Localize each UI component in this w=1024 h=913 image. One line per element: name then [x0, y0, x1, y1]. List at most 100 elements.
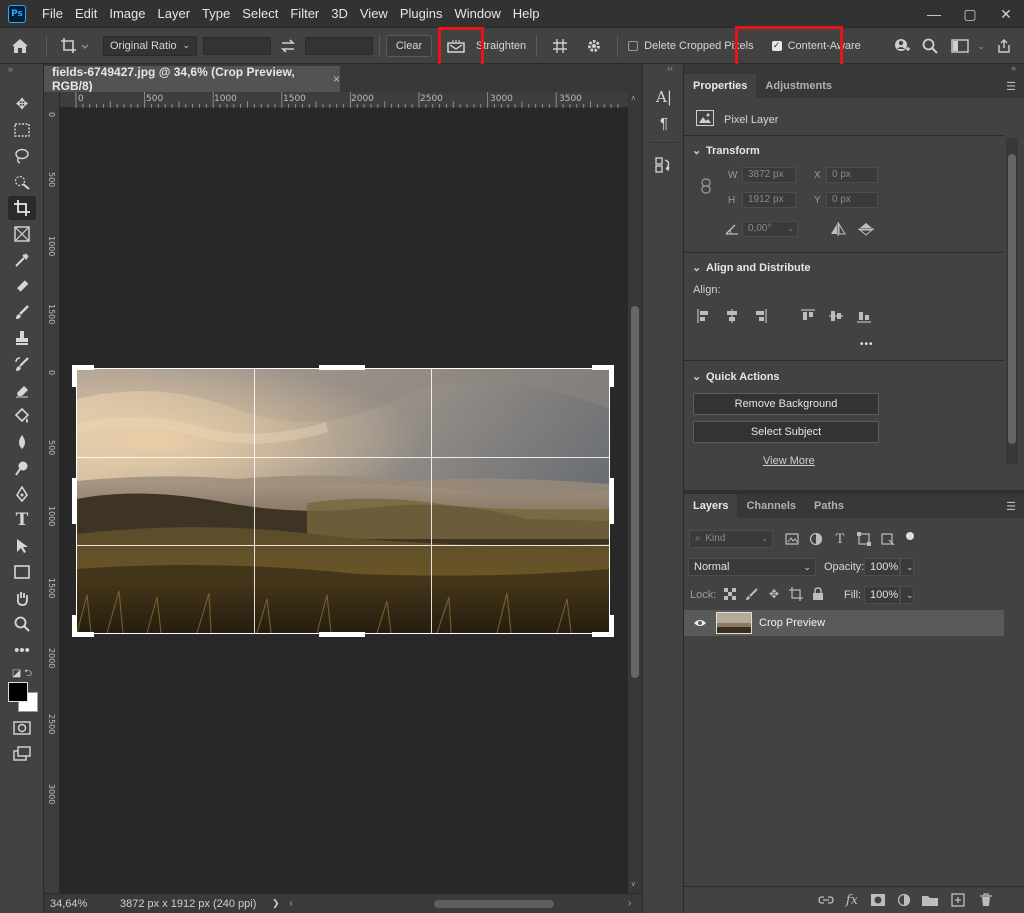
opacity-dropdown[interactable]: ⌄ [900, 558, 914, 576]
quick-mask-icon[interactable] [8, 716, 36, 740]
menu-select[interactable]: Select [236, 0, 284, 28]
properties-scrollbar[interactable] [1006, 138, 1018, 464]
scroll-down-icon[interactable]: ˅ [631, 880, 636, 889]
layer-style-icon[interactable]: fx [844, 892, 860, 908]
maximize-button[interactable]: ▢ [952, 0, 988, 28]
menu-image[interactable]: Image [103, 0, 151, 28]
layers-scrollbar[interactable] [1006, 610, 1018, 886]
healing-brush-tool-icon[interactable] [8, 274, 36, 298]
crop-handle-top[interactable] [319, 365, 365, 370]
flip-vertical-icon[interactable] [858, 221, 874, 237]
zoom-tool-icon[interactable] [8, 612, 36, 636]
ratio-select[interactable]: Original Ratio ⌄ [103, 35, 197, 56]
lock-position-icon[interactable]: ✥ [766, 586, 782, 602]
close-document-icon[interactable]: × [333, 72, 340, 86]
layer-filter-select[interactable]: ⌕ Kind ⌄ [689, 530, 773, 548]
filter-adjustment-layers-icon[interactable] [808, 531, 824, 547]
menu-layer[interactable]: Layer [152, 0, 197, 28]
quick-actions-section-header[interactable]: ⌄ Quick Actions [692, 370, 780, 383]
rectangle-tool-icon[interactable] [8, 560, 36, 584]
remove-background-button[interactable]: Remove Background [693, 393, 879, 415]
history-brush-tool-icon[interactable] [8, 352, 36, 376]
path-selection-tool-icon[interactable] [8, 534, 36, 558]
scroll-up-icon[interactable]: ˄ [631, 94, 636, 103]
scroll-left-icon[interactable]: ‹ [290, 898, 293, 909]
eyedropper-tool-icon[interactable] [8, 248, 36, 272]
character-panel-icon[interactable]: A| [653, 86, 675, 108]
layer-row[interactable]: Crop Preview [684, 610, 1004, 636]
new-layer-icon[interactable] [950, 892, 966, 908]
vertical-ruler[interactable]: 0 500 1000 1500 0 500 1000 1500 2000 250… [44, 92, 60, 893]
crop-handle-left[interactable] [72, 478, 77, 524]
overlay-grid-icon[interactable] [543, 31, 577, 61]
menu-edit[interactable]: Edit [69, 0, 103, 28]
tab-adjustments[interactable]: Adjustments [756, 74, 841, 98]
link-proportions-icon[interactable] [698, 178, 714, 194]
crop-handle-top-left[interactable] [72, 365, 77, 387]
quick-selection-tool-icon[interactable] [8, 170, 36, 194]
blur-tool-icon[interactable] [8, 430, 36, 454]
filter-smart-objects-icon[interactable] [880, 531, 896, 547]
align-horizontal-centers-icon[interactable] [724, 308, 740, 324]
crop-handle-bottom-left[interactable] [72, 615, 77, 637]
crop-box[interactable] [76, 368, 610, 634]
lock-image-pixels-icon[interactable] [744, 586, 760, 602]
scrollbar-thumb[interactable] [631, 306, 639, 678]
align-bottom-edges-icon[interactable] [856, 308, 872, 324]
tab-properties[interactable]: Properties [684, 74, 757, 98]
lock-transparent-pixels-icon[interactable] [722, 586, 738, 602]
menu-window[interactable]: Window [448, 0, 506, 28]
zoom-level[interactable]: 34,64% [50, 898, 108, 910]
menu-file[interactable]: File [36, 0, 69, 28]
move-tool-icon[interactable]: ✥ [8, 92, 36, 116]
menu-view[interactable]: View [354, 0, 394, 28]
horizontal-scrollbar-thumb[interactable] [434, 900, 554, 908]
select-subject-button[interactable]: Select Subject [693, 421, 879, 443]
close-window-button[interactable]: ✕ [988, 0, 1024, 28]
y-field[interactable]: 0 px [826, 192, 878, 208]
tab-channels[interactable]: Channels [737, 494, 805, 518]
x-field[interactable]: 0 px [826, 167, 878, 183]
filter-pixel-layers-icon[interactable] [784, 531, 800, 547]
filter-toggle-icon[interactable] [902, 528, 918, 544]
collapse-icon[interactable]: » [1011, 63, 1016, 73]
clear-button[interactable]: Clear [386, 34, 432, 57]
type-tool-icon[interactable]: T [8, 508, 36, 532]
dodge-tool-icon[interactable] [8, 456, 36, 480]
crop-handle-bottom[interactable] [319, 632, 365, 637]
fill-field[interactable]: 100% [864, 586, 900, 604]
link-layers-icon[interactable] [818, 892, 834, 908]
view-more-link[interactable]: View More [763, 455, 815, 467]
layer-name[interactable]: Crop Preview [759, 617, 825, 629]
hand-tool-icon[interactable] [8, 586, 36, 610]
align-vertical-centers-icon[interactable] [828, 308, 844, 324]
new-group-icon[interactable] [922, 892, 938, 908]
foreground-color-swatch[interactable] [8, 682, 28, 702]
panel-menu-icon[interactable]: ☰ [1006, 500, 1016, 513]
collapse-icon[interactable]: » [0, 64, 44, 76]
lock-artboard-icon[interactable] [788, 586, 804, 602]
trash-icon[interactable] [978, 892, 994, 908]
eraser-tool-icon[interactable] [8, 378, 36, 402]
minimize-button[interactable]: — [916, 0, 952, 28]
crop-width-field[interactable] [203, 36, 271, 55]
blend-mode-select[interactable]: Normal ⌄ [688, 558, 816, 576]
canvas-vertical-scrollbar[interactable]: ˄ ˅ [628, 92, 642, 893]
add-mask-icon[interactable] [870, 892, 886, 908]
share-icon[interactable] [992, 31, 1016, 61]
crop-handle-right[interactable] [609, 478, 614, 524]
height-field[interactable]: 1912 px [742, 192, 796, 208]
menu-help[interactable]: Help [507, 0, 546, 28]
crop-handle-top-right[interactable] [609, 365, 614, 387]
brush-tool-icon[interactable] [8, 300, 36, 324]
collapse-icon[interactable]: ‹‹ [667, 63, 673, 73]
width-field[interactable]: 3872 px [742, 167, 796, 183]
menu-type[interactable]: Type [196, 0, 236, 28]
more-options-icon[interactable]: ••• [860, 339, 874, 350]
workspace-icon[interactable] [946, 31, 974, 61]
filter-type-layers-icon[interactable]: T [832, 531, 848, 547]
crop-height-field[interactable] [305, 36, 373, 55]
search-icon[interactable] [918, 31, 942, 61]
menu-filter[interactable]: Filter [284, 0, 325, 28]
paragraph-panel-icon[interactable]: ¶ [653, 112, 675, 134]
